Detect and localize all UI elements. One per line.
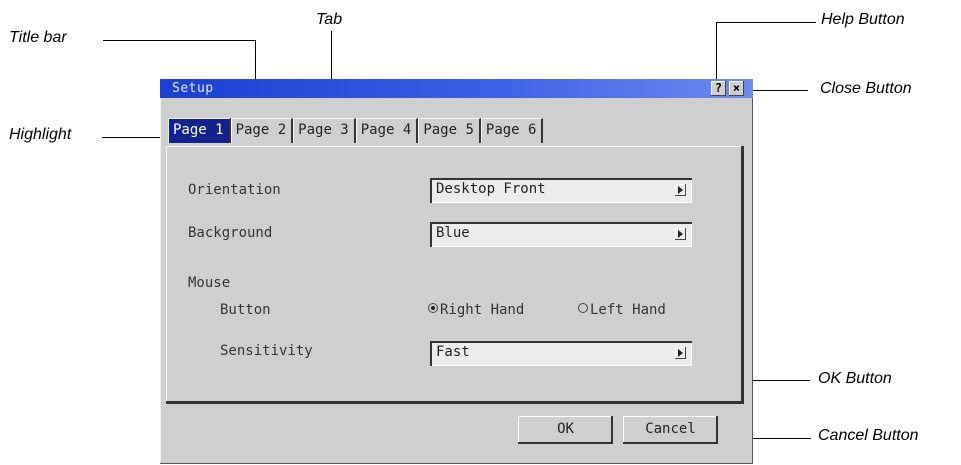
orientation-value: Desktop Front: [436, 181, 546, 197]
arrow-right-icon[interactable]: [675, 347, 686, 359]
callout-help-button-line-v: [716, 22, 717, 83]
tab-page-4[interactable]: Page 4: [355, 118, 419, 143]
callout-help-button-line-h: [716, 22, 816, 23]
sensitivity-select[interactable]: Fast: [430, 341, 692, 366]
tab-strip: Page 1 Page 2 Page 3 Page 4 Page 5 Page …: [168, 118, 544, 143]
radio-left-hand[interactable]: Left Hand: [578, 302, 666, 318]
sensitivity-value: Fast: [436, 344, 470, 360]
orientation-select[interactable]: Desktop Front: [430, 178, 692, 203]
background-value: Blue: [436, 225, 470, 241]
close-icon: ×: [732, 81, 741, 95]
arrow-right-icon[interactable]: [675, 184, 686, 196]
background-select[interactable]: Blue: [430, 222, 692, 247]
tab-page-6[interactable]: Page 6: [480, 118, 544, 143]
callout-ok-button: OK Button: [818, 370, 892, 387]
tab-page-3[interactable]: Page 3: [293, 118, 356, 143]
callout-tab: Tab: [316, 11, 343, 28]
cancel-button[interactable]: Cancel: [623, 416, 718, 444]
tab-page-2[interactable]: Page 2: [230, 118, 294, 143]
radio-selected-icon: [428, 303, 438, 313]
window-title: Setup: [172, 81, 214, 96]
radio-left-hand-label: Left Hand: [590, 302, 666, 318]
help-icon: ?: [714, 81, 723, 95]
radio-unselected-icon: [578, 303, 588, 313]
callout-help-button: Help Button: [821, 11, 905, 28]
setup-dialog: Setup ? × Page 1 Page 2 Page 3 Page 4 Pa…: [160, 79, 753, 464]
tab-page-1[interactable]: Page 1: [168, 118, 231, 143]
tab-page-5[interactable]: Page 5: [418, 118, 481, 143]
arrow-right-icon[interactable]: [675, 228, 686, 240]
callout-cancel-button: Cancel Button: [818, 427, 919, 444]
orientation-label: Orientation: [188, 182, 281, 198]
callout-title-bar: Title bar: [9, 29, 67, 46]
callout-highlight: Highlight: [9, 126, 72, 143]
ok-button[interactable]: OK: [518, 416, 613, 444]
close-button[interactable]: ×: [729, 81, 744, 96]
mouse-button-label: Button: [220, 302, 271, 318]
background-label: Background: [188, 225, 273, 241]
callout-close-button: Close Button: [820, 80, 912, 97]
mouse-label: Mouse: [188, 275, 231, 291]
radio-right-hand[interactable]: Right Hand: [428, 302, 524, 318]
title-bar[interactable]: Setup ? ×: [160, 79, 753, 98]
callout-title-bar-line-h: [103, 40, 256, 41]
help-button[interactable]: ?: [711, 81, 726, 96]
sensitivity-label: Sensitivity: [220, 343, 313, 359]
radio-right-hand-label: Right Hand: [440, 302, 525, 318]
